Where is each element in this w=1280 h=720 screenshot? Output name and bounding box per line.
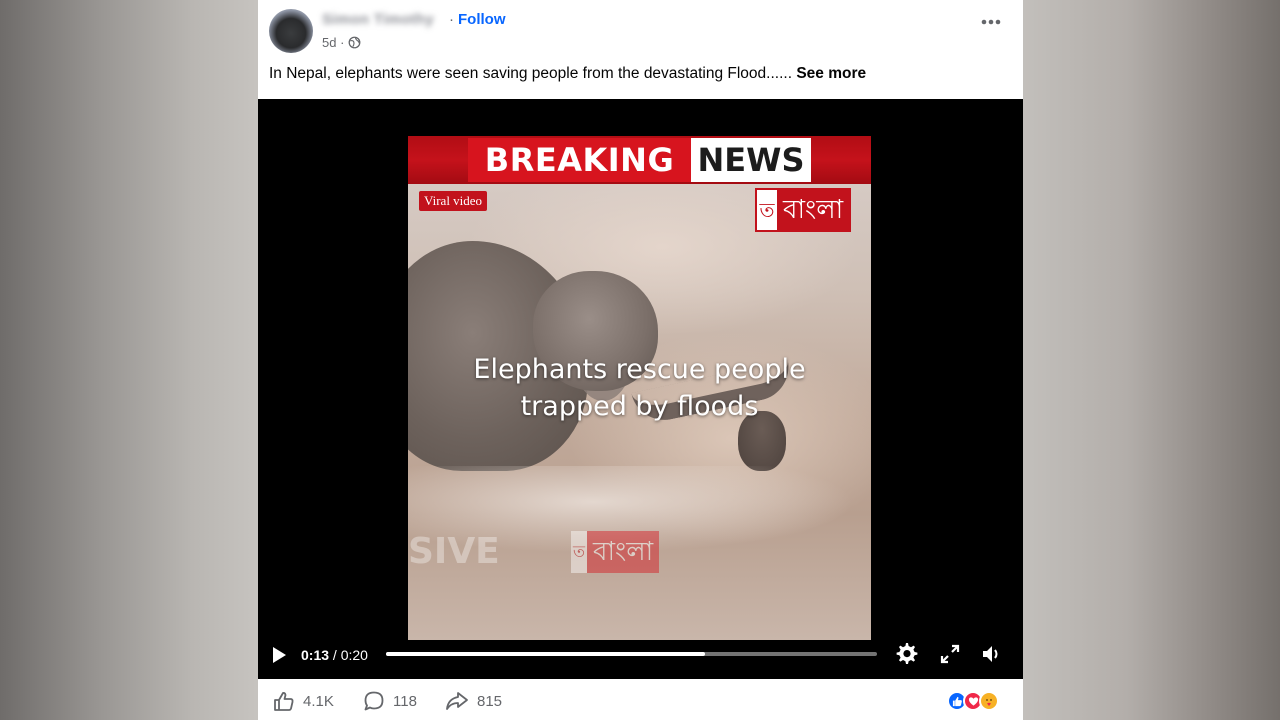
like-icon [274, 692, 294, 711]
follow-button[interactable]: · Follow [449, 11, 506, 28]
follow-separator: · [449, 11, 454, 28]
video-controls: 0:13 / 0:20 [258, 635, 1023, 675]
post-timestamp[interactable]: 5d · [322, 35, 344, 50]
engagement-bar: 4.1K 118 815 [258, 679, 1023, 720]
post-meta: 5d · [322, 35, 361, 50]
care-reaction-icon [979, 691, 999, 711]
fullscreen-icon[interactable] [940, 644, 960, 664]
author-name[interactable]: Simon Timothy [322, 11, 434, 28]
video-overlay-caption: Elephants rescue people trapped by flood… [408, 351, 871, 425]
channel-logo-word: বাংলা [783, 195, 844, 225]
post-caption: In Nepal, elephants were seen saving peo… [269, 65, 866, 83]
comment-icon [364, 691, 384, 711]
watermark-logo-word: বাংলা [587, 531, 660, 573]
banner-breaking-text: BREAKING [468, 138, 691, 182]
viral-video-tag: Viral video [419, 191, 488, 211]
share-icon [446, 692, 468, 710]
post-header: Simon Timothy · Follow 5d · [258, 0, 1023, 60]
facebook-post: Simon Timothy · Follow 5d · In Nepal, ele… [258, 0, 1023, 720]
breaking-news-banner: BREAKING NEWS [408, 136, 871, 184]
share-count: 815 [477, 692, 503, 710]
video-player[interactable]: BREAKING NEWS Viral video ত বাংলা SIVE ত… [258, 99, 1023, 679]
overlay-line-1: Elephants rescue people [473, 354, 806, 385]
caption-text: In Nepal, elephants were seen saving peo… [269, 65, 793, 82]
watermark-logo: ত বাংলা [571, 531, 660, 573]
more-options-icon[interactable] [981, 18, 1001, 26]
seek-bar-progress [386, 652, 706, 656]
watermark-logo-mark: ত [571, 531, 587, 573]
total-time: / 0:20 [329, 647, 368, 663]
globe-icon [348, 36, 361, 49]
volume-icon[interactable] [980, 643, 1002, 665]
current-time: 0:13 [301, 647, 330, 663]
channel-logo: ত বাংলা [755, 188, 852, 232]
video-time: 0:13 / 0:20 [301, 647, 368, 663]
share-button[interactable]: 815 [445, 690, 502, 712]
play-icon[interactable] [271, 646, 287, 664]
settings-icon[interactable] [895, 642, 919, 666]
overlay-line-2: trapped by floods [520, 391, 759, 422]
follow-label: Follow [458, 11, 506, 28]
reaction-summary[interactable] [947, 691, 999, 711]
comment-button[interactable]: 118 [363, 690, 417, 712]
avatar[interactable] [269, 9, 313, 53]
video-frame[interactable]: BREAKING NEWS Viral video ত বাংলা SIVE ত… [408, 136, 871, 640]
channel-logo-mark: ত [757, 190, 777, 230]
banner-news-text: NEWS [691, 138, 811, 182]
comment-count: 118 [393, 692, 417, 710]
seek-bar[interactable] [386, 652, 877, 656]
see-more-link[interactable]: See more [796, 65, 866, 82]
watermark-text: SIVE [408, 531, 500, 572]
like-button[interactable]: 4.1K [273, 690, 334, 712]
like-count: 4.1K [303, 692, 334, 710]
